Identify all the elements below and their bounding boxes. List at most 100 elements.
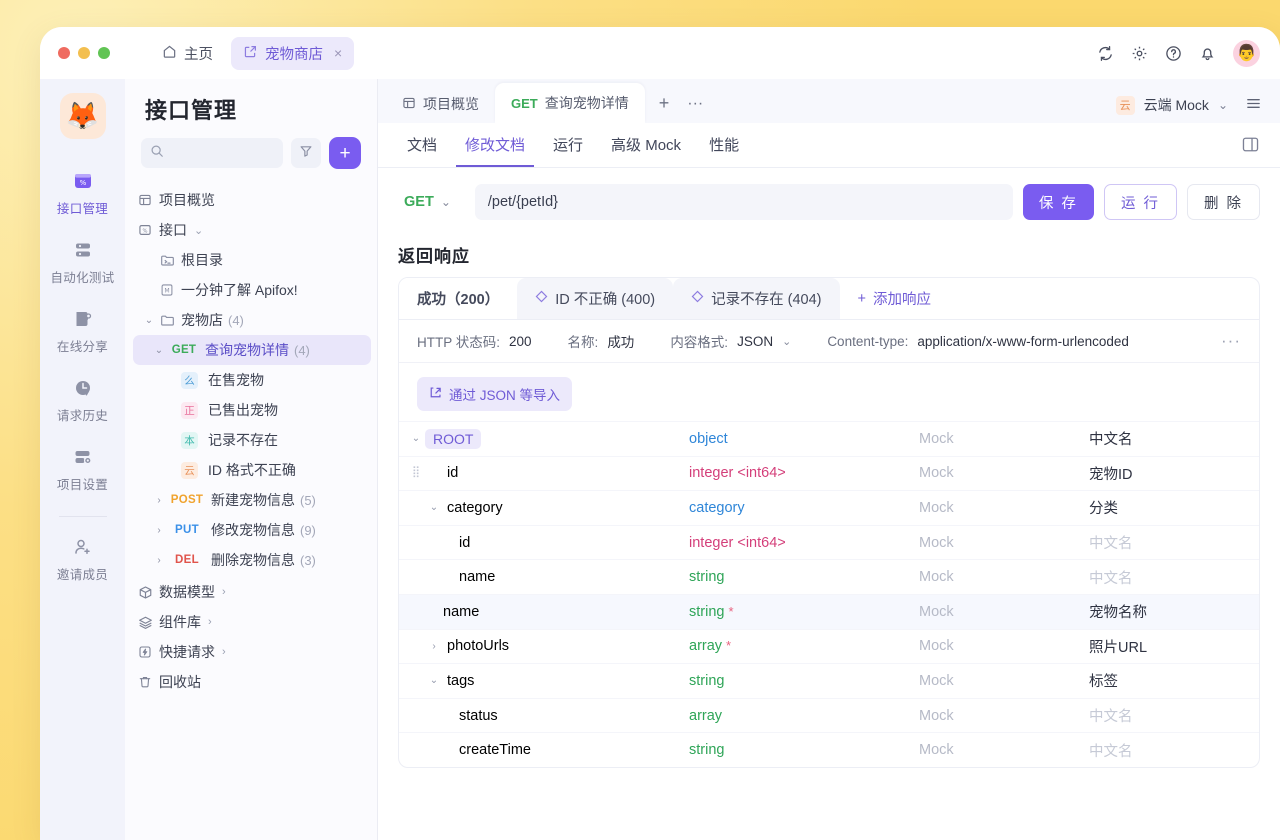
save-button[interactable]: 保 存: [1023, 184, 1094, 220]
table-row[interactable]: name string* Mock 宠物名称: [399, 594, 1259, 629]
table-row[interactable]: id integer <int64> Mock 中文名: [399, 525, 1259, 560]
bell-icon[interactable]: [1199, 45, 1216, 62]
mock-cell[interactable]: Mock: [919, 535, 1089, 551]
chevron-right-icon[interactable]: ›: [208, 616, 212, 628]
response-name-value[interactable]: 成功: [607, 331, 634, 351]
add-response-button[interactable]: + 添加响应: [840, 278, 949, 319]
avatar[interactable]: 👨: [1233, 40, 1260, 67]
mock-cell[interactable]: Mock: [919, 638, 1089, 654]
method-selector[interactable]: GET ⌄: [398, 194, 465, 210]
chevron-right-icon[interactable]: ›: [151, 495, 167, 506]
tree-item-quick-request[interactable]: 快捷请求 ›: [125, 637, 377, 667]
rail-item-invite-member[interactable]: 邀请成员: [40, 523, 125, 592]
window-tab-home[interactable]: 主页: [150, 37, 225, 70]
run-button[interactable]: 运 行: [1104, 184, 1177, 220]
chevron-down-icon[interactable]: ⌄: [782, 335, 791, 348]
schema-field-cn-name[interactable]: 中文名: [1089, 567, 1259, 588]
tree-item-example-not-found[interactable]: 本 记录不存在: [125, 425, 377, 455]
drag-handle-icon[interactable]: ⣿: [407, 468, 425, 478]
tree-item-post-create-pet[interactable]: › POST 新建宠物信息 (5): [125, 485, 377, 515]
tree-item-del-delete-pet[interactable]: › DEL 删除宠物信息 (3): [125, 545, 377, 575]
schema-field-cn-name[interactable]: 中文名: [1089, 740, 1259, 761]
close-icon[interactable]: ×: [334, 45, 342, 61]
mock-cell[interactable]: Mock: [919, 673, 1089, 689]
doc-tab-get-pet-detail[interactable]: GET 查询宠物详情: [495, 83, 645, 123]
chevron-right-icon[interactable]: ›: [425, 641, 443, 652]
content-type-value[interactable]: application/x-www-form-urlencoded: [917, 334, 1129, 349]
url-input[interactable]: /pet/{petId}: [475, 184, 1013, 220]
chevron-down-icon[interactable]: ⌄: [194, 224, 203, 237]
rail-item-api-management[interactable]: % 接口管理: [40, 157, 125, 226]
mock-cell[interactable]: Mock: [919, 604, 1089, 620]
tree-item-example-sold[interactable]: 正 已售出宠物: [125, 395, 377, 425]
chevron-down-icon[interactable]: ⌄: [151, 345, 167, 356]
table-row[interactable]: ⣿ id integer <int64> Mock 宠物ID: [399, 456, 1259, 491]
maximize-window-button[interactable]: [98, 47, 110, 59]
table-row[interactable]: ⌄ ROOT object Mock 中文名: [399, 421, 1259, 456]
chevron-down-icon[interactable]: ⌄: [1218, 98, 1228, 112]
doc-tab-overview[interactable]: 项目概览: [386, 85, 495, 123]
chevron-down-icon[interactable]: ⌄: [425, 502, 443, 513]
chevron-down-icon[interactable]: ⌄: [141, 315, 157, 326]
schema-field-cn-name[interactable]: 分类: [1089, 497, 1259, 518]
close-window-button[interactable]: [58, 47, 70, 59]
add-button[interactable]: +: [329, 137, 361, 169]
more-tabs-button[interactable]: ···: [687, 95, 703, 113]
schema-field-cn-name[interactable]: 中文名: [1089, 532, 1259, 553]
mock-cell[interactable]: Mock: [919, 465, 1089, 481]
rail-item-request-history[interactable]: 请求历史: [40, 364, 125, 433]
rail-item-automation-test[interactable]: 自动化测试: [40, 226, 125, 295]
table-row[interactable]: name string Mock 中文名: [399, 559, 1259, 594]
chevron-down-icon[interactable]: ⌄: [407, 433, 425, 444]
table-row[interactable]: createTime string Mock 中文名: [399, 732, 1259, 767]
mock-cell[interactable]: Mock: [919, 742, 1089, 758]
filter-button[interactable]: [291, 138, 321, 168]
response-tab-not-found-404[interactable]: 记录不存在 (404): [673, 278, 839, 319]
tree-item-get-pet-detail[interactable]: ⌄ GET 查询宠物详情 (4): [133, 335, 371, 365]
tree-item-component-library[interactable]: 组件库 ›: [125, 607, 377, 637]
minimize-window-button[interactable]: [78, 47, 90, 59]
table-row[interactable]: › photoUrls array* Mock 照片URL: [399, 629, 1259, 664]
refresh-icon[interactable]: [1097, 45, 1114, 62]
table-row[interactable]: status array Mock 中文名: [399, 698, 1259, 733]
tree-item-example-on-sale[interactable]: 么 在售宠物: [125, 365, 377, 395]
tree-item-trash[interactable]: 回收站: [125, 667, 377, 697]
hamburger-icon[interactable]: [1245, 95, 1262, 115]
table-row[interactable]: ⌄ tags string Mock 标签: [399, 663, 1259, 698]
delete-button[interactable]: 删 除: [1187, 184, 1260, 220]
tree-item-put-update-pet[interactable]: › PUT 修改宠物信息 (9): [125, 515, 377, 545]
tab-document[interactable]: 文档: [398, 123, 446, 167]
rail-item-online-share[interactable]: 在线分享: [40, 295, 125, 364]
response-more-button[interactable]: ···: [1221, 331, 1241, 351]
chevron-right-icon[interactable]: ›: [222, 646, 226, 658]
content-format-value[interactable]: JSON: [737, 334, 773, 349]
schema-field-cn-name[interactable]: 标签: [1089, 670, 1259, 691]
schema-field-cn-name[interactable]: 宠物ID: [1089, 463, 1259, 484]
tab-edit-document[interactable]: 修改文档: [456, 123, 534, 167]
search-input[interactable]: [170, 146, 274, 161]
help-icon[interactable]: [1165, 45, 1182, 62]
tab-run[interactable]: 运行: [544, 123, 592, 167]
schema-field-cn-name[interactable]: 宠物名称: [1089, 601, 1259, 622]
split-panel-icon[interactable]: [1241, 135, 1260, 159]
tree-item-overview[interactable]: 项目概览: [125, 185, 377, 215]
chevron-right-icon[interactable]: ›: [151, 555, 167, 566]
tree-item-example-bad-id[interactable]: 云 ID 格式不正确: [125, 455, 377, 485]
status-code-value[interactable]: 200: [509, 334, 532, 349]
chevron-right-icon[interactable]: ›: [151, 525, 167, 536]
chevron-down-icon[interactable]: ⌄: [425, 675, 443, 686]
tree-item-root-dir[interactable]: 根目录: [125, 245, 377, 275]
tab-performance[interactable]: 性能: [700, 123, 748, 167]
gear-icon[interactable]: [1131, 45, 1148, 62]
tree-item-data-model[interactable]: 数据模型 ›: [125, 577, 377, 607]
mock-cell[interactable]: Mock: [919, 708, 1089, 724]
window-controls[interactable]: [58, 47, 110, 59]
response-tab-bad-id-400[interactable]: ID 不正确 (400): [517, 278, 673, 319]
table-row[interactable]: ⌄ category category Mock 分类: [399, 490, 1259, 525]
tree-item-apifox-intro[interactable]: M 一分钟了解 Apifox!: [125, 275, 377, 305]
chevron-right-icon[interactable]: ›: [222, 586, 226, 598]
mock-cell[interactable]: Mock: [919, 431, 1089, 447]
tree-item-api[interactable]: % 接口 ⌄: [125, 215, 377, 245]
rail-item-project-settings[interactable]: 项目设置: [40, 433, 125, 502]
response-tab-success-200[interactable]: 成功（200）: [399, 278, 517, 319]
